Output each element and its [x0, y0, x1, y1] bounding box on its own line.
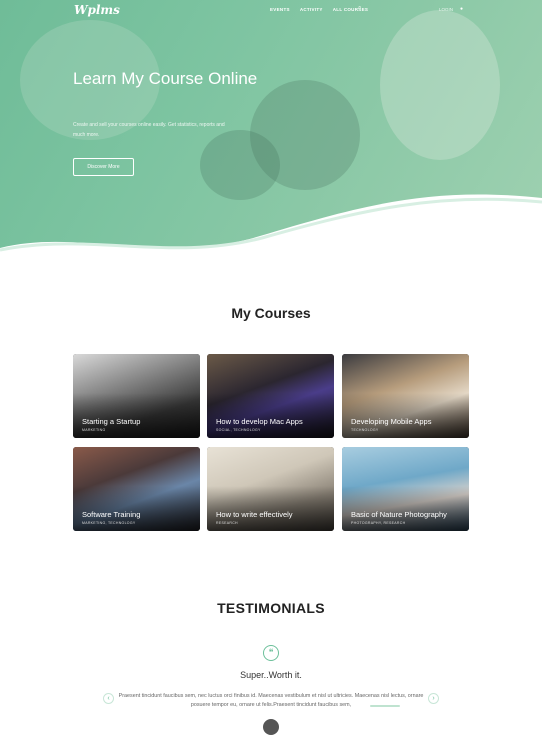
hero-photo-shape [380, 10, 500, 160]
nav-menu: EVENTS ACTIVITY ALL COURSES [270, 7, 368, 12]
hero-subtitle: Create and sell your courses online easi… [73, 122, 225, 138]
courses-section-title: My Courses [231, 305, 311, 321]
read-more-underline [370, 705, 400, 707]
course-title[interactable]: How to develop Mac Apps [216, 417, 303, 426]
site-logo[interactable]: Wplms [74, 3, 120, 17]
discover-more-button[interactable]: Discover More [73, 158, 134, 176]
course-category: MARKETING [82, 428, 106, 432]
course-title[interactable]: Starting a Startup [82, 417, 140, 426]
search-icon[interactable]: ⌕ [358, 5, 364, 11]
course-title[interactable]: Software Training [82, 510, 140, 519]
avatar [263, 719, 279, 735]
course-card[interactable]: How to write effectively RESEARCH [207, 447, 334, 531]
top-navbar: Wplms EVENTS ACTIVITY ALL COURSES ⌕ LOGI… [0, 0, 542, 22]
testimonials-section-title: TESTIMONIALS [217, 600, 325, 616]
cart-icon[interactable]: ● [460, 6, 464, 12]
nav-link-events[interactable]: EVENTS [270, 7, 290, 12]
chevron-right-icon[interactable]: › [428, 693, 439, 704]
hero-section: Wplms EVENTS ACTIVITY ALL COURSES ⌕ LOGI… [0, 0, 542, 268]
course-title[interactable]: Basic of Nature Photography [351, 510, 447, 519]
course-title[interactable]: How to write effectively [216, 510, 293, 519]
course-card[interactable]: Software Training MARKETING, TECHNOLOGY [73, 447, 200, 531]
chevron-left-icon[interactable]: ‹ [103, 693, 114, 704]
course-card[interactable]: How to develop Mac Apps SOCIAL, TECHNOLO… [207, 354, 334, 438]
course-category: PHOTOGRAPHY, RESEARCH [351, 521, 406, 525]
course-card[interactable]: Starting a Startup MARKETING [73, 354, 200, 438]
hero-title: Learn My Course Online [73, 69, 258, 88]
course-category: RESEARCH [216, 521, 238, 525]
login-link[interactable]: LOGIN [439, 7, 453, 12]
testimonial-headline: Super..Worth it. [240, 670, 302, 680]
quote-icon: ❝ [263, 645, 279, 661]
course-card[interactable]: Developing Mobile Apps TECHNOLOGY [342, 354, 469, 438]
course-title[interactable]: Developing Mobile Apps [351, 417, 431, 426]
nav-link-activity[interactable]: ACTIVITY [300, 7, 323, 12]
course-category: TECHNOLOGY [351, 428, 379, 432]
course-category: SOCIAL, TECHNOLOGY [216, 428, 261, 432]
course-card[interactable]: Basic of Nature Photography PHOTOGRAPHY,… [342, 447, 469, 531]
course-category: MARKETING, TECHNOLOGY [82, 521, 136, 525]
